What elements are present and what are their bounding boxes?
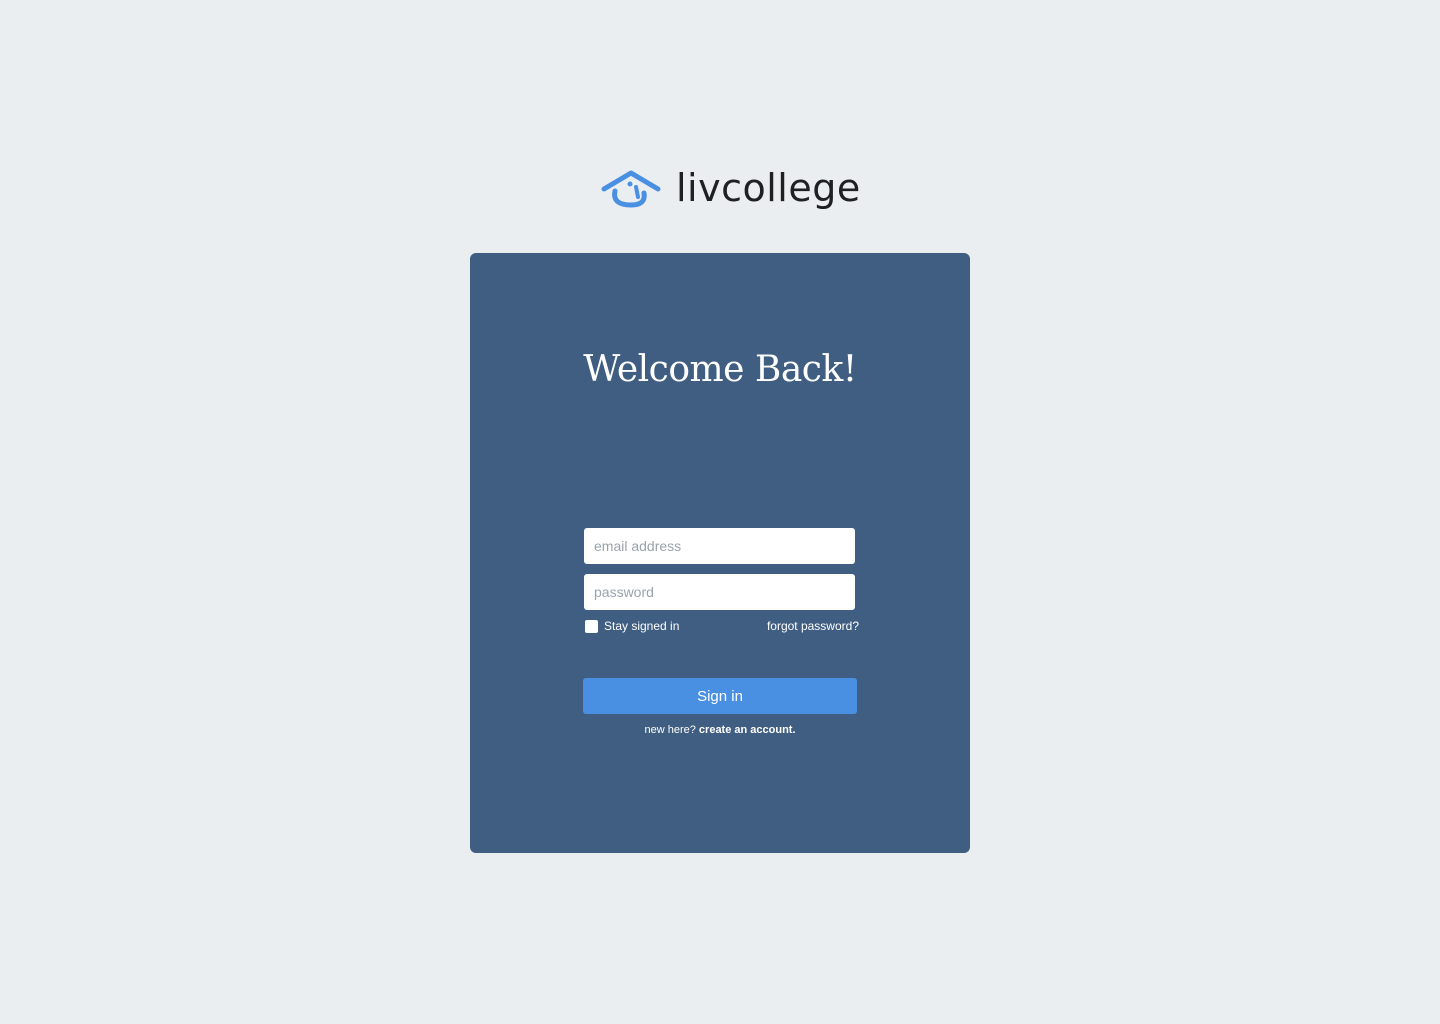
login-card: Welcome Back! Stay signed in forgot pass…: [470, 253, 970, 853]
stay-signed-in-label: Stay signed in: [604, 619, 680, 633]
graduation-cap-icon: [601, 170, 661, 208]
forgot-password-link[interactable]: forgot password?: [767, 619, 859, 633]
checkbox-box[interactable]: [585, 619, 598, 633]
brand-logo: livcollege: [600, 166, 861, 210]
sign-in-button[interactable]: Sign in: [583, 678, 857, 714]
signup-prompt: new here? create an account.: [470, 724, 970, 736]
email-input[interactable]: [584, 528, 855, 564]
create-account-link[interactable]: create an account.: [699, 724, 796, 736]
stay-signed-in-checkbox[interactable]: Stay signed in: [585, 619, 679, 633]
password-input[interactable]: [584, 574, 855, 610]
new-here-text: new here?: [644, 724, 696, 736]
page-title: Welcome Back!: [583, 349, 857, 390]
brand-name: livcollege: [676, 166, 861, 210]
